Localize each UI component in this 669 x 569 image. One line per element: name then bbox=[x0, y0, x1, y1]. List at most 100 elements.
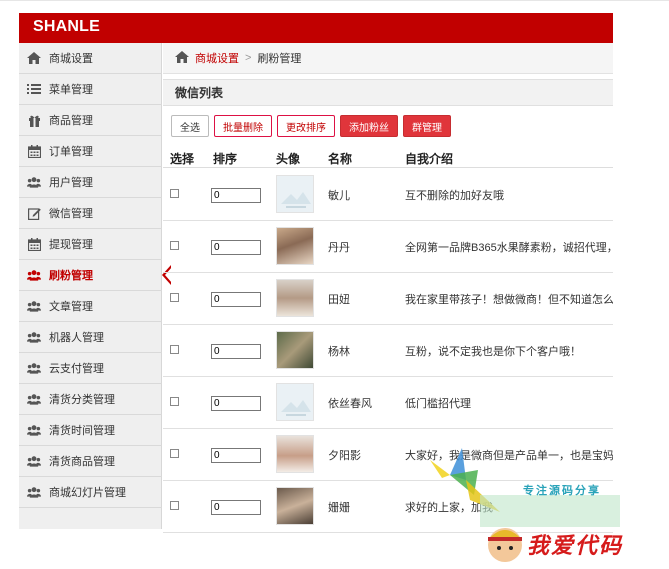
sidebar-item-label: 订单管理 bbox=[49, 146, 93, 158]
users-icon bbox=[27, 299, 41, 313]
users-icon bbox=[27, 268, 41, 282]
breadcrumb-separator: > bbox=[245, 52, 252, 64]
order-input[interactable] bbox=[211, 344, 261, 359]
avatar bbox=[276, 279, 314, 317]
breadcrumb-parent-link[interactable]: 商城设置 bbox=[195, 50, 239, 66]
sidebar-item-label: 清货商品管理 bbox=[49, 456, 115, 468]
sidebar-item[interactable]: 清货商品管理 bbox=[19, 446, 162, 477]
row-name: 夕阳影 bbox=[328, 450, 361, 462]
sidebar-item-label: 菜单管理 bbox=[49, 84, 93, 96]
row-name: 田妞 bbox=[328, 294, 350, 306]
order-input[interactable] bbox=[211, 292, 261, 307]
avatar bbox=[276, 175, 314, 213]
sidebar-item-label: 刷粉管理 bbox=[49, 270, 93, 282]
row-name: 姗姗 bbox=[328, 502, 350, 514]
row-select-checkbox[interactable] bbox=[170, 241, 179, 250]
sidebar-item[interactable]: 云支付管理 bbox=[19, 353, 162, 384]
list-icon bbox=[27, 82, 41, 96]
sidebar-item-label: 云支付管理 bbox=[49, 363, 104, 375]
sidebar-item[interactable]: 商品管理 bbox=[19, 105, 162, 136]
brand-logo[interactable]: SHANLE bbox=[33, 18, 100, 36]
row-select-checkbox[interactable] bbox=[170, 345, 179, 354]
sidebar-item[interactable]: 商城设置 bbox=[19, 43, 162, 74]
users-icon bbox=[27, 361, 41, 375]
row-name: 依丝春风 bbox=[328, 398, 372, 410]
row-intro: 全网第一品牌B365水果酵素粉，诚招代理， bbox=[405, 242, 613, 254]
sidebar-item[interactable]: 机器人管理 bbox=[19, 322, 162, 353]
table-row: 姗姗 求好的上家，加我 bbox=[163, 481, 613, 533]
users-icon bbox=[27, 423, 41, 437]
table-row: 依丝春风 低门槛招代理 bbox=[163, 377, 613, 429]
avatar bbox=[276, 487, 314, 525]
column-header-select: 选择 bbox=[170, 152, 195, 166]
row-select-checkbox[interactable] bbox=[170, 397, 179, 406]
row-intro: 互不删除的加好友哦 bbox=[405, 190, 504, 202]
calendar-icon bbox=[27, 237, 41, 251]
sidebar-item[interactable]: 菜单管理 bbox=[19, 74, 162, 105]
sidebar-item-label: 清货时间管理 bbox=[49, 425, 115, 437]
row-select-checkbox[interactable] bbox=[170, 501, 179, 510]
sidebar-item[interactable]: 清货时间管理 bbox=[19, 415, 162, 446]
row-name: 丹丹 bbox=[328, 242, 350, 254]
sidebar-item[interactable]: 订单管理 bbox=[19, 136, 162, 167]
users-icon bbox=[27, 454, 41, 468]
order-input[interactable] bbox=[211, 188, 261, 203]
avatar bbox=[276, 331, 314, 369]
select-all-button[interactable]: 全选 bbox=[171, 115, 209, 137]
sidebar-item-label: 微信管理 bbox=[49, 208, 93, 220]
sidebar-item-label: 商城幻灯片管理 bbox=[49, 487, 126, 499]
column-header-name: 名称 bbox=[328, 152, 353, 166]
sidebar-item[interactable]: 文章管理 bbox=[19, 291, 162, 322]
table-row: 杨林 互粉，说不定我也是你下个客户哦！ bbox=[163, 325, 613, 377]
row-select-checkbox[interactable] bbox=[170, 293, 179, 302]
group-manage-button[interactable]: 群管理 bbox=[403, 115, 451, 137]
home-icon[interactable] bbox=[175, 50, 189, 66]
toolbar: 全选 批量删除 更改排序 添加粉丝 群管理 bbox=[171, 115, 451, 137]
avatar bbox=[276, 435, 314, 473]
breadcrumb-current: 刷粉管理 bbox=[257, 53, 302, 65]
batch-delete-button[interactable]: 批量删除 bbox=[214, 115, 272, 137]
sidebar-item[interactable]: 商城幻灯片管理 bbox=[19, 477, 162, 508]
row-intro: 大家好，我是微商但是产品单一，也是宝妈 bbox=[405, 450, 613, 462]
table-row: 田妞 我在家里带孩子！想做微商！但不知道怎么 bbox=[163, 273, 613, 325]
column-header-order: 排序 bbox=[213, 152, 238, 166]
sidebar-item-label: 机器人管理 bbox=[49, 332, 104, 344]
add-fans-button[interactable]: 添加粉丝 bbox=[340, 115, 398, 137]
sidebar-item-label: 商品管理 bbox=[49, 115, 93, 127]
change-order-button[interactable]: 更改排序 bbox=[277, 115, 335, 137]
sidebar: 商城设置菜单管理商品管理订单管理用户管理微信管理提现管理刷粉管理文章管理机器人管… bbox=[19, 43, 172, 529]
edit-icon bbox=[27, 206, 41, 220]
sidebar-item[interactable]: 提现管理 bbox=[19, 229, 162, 260]
sidebar-item-label: 文章管理 bbox=[49, 301, 93, 313]
order-input[interactable] bbox=[211, 240, 261, 255]
sidebar-item[interactable]: 用户管理 bbox=[19, 167, 162, 198]
column-header-avatar: 头像 bbox=[276, 152, 301, 166]
table-header: 选择 排序 头像 名称 自我介绍 bbox=[163, 148, 613, 168]
table-row: 丹丹 全网第一品牌B365水果酵素粉，诚招代理， bbox=[163, 221, 613, 273]
table-row: 夕阳影 大家好，我是微商但是产品单一，也是宝妈 bbox=[163, 429, 613, 481]
row-name: 杨林 bbox=[328, 346, 350, 358]
avatar bbox=[276, 383, 314, 421]
row-name: 敏儿 bbox=[328, 190, 350, 202]
order-input[interactable] bbox=[211, 396, 261, 411]
calendar-icon bbox=[27, 144, 41, 158]
users-icon bbox=[27, 175, 41, 189]
sidebar-item-label: 用户管理 bbox=[49, 177, 93, 189]
sidebar-item[interactable]: 清货分类管理 bbox=[19, 384, 162, 415]
sidebar-item[interactable]: 刷粉管理 bbox=[19, 260, 172, 291]
row-intro: 低门槛招代理 bbox=[405, 398, 471, 410]
sidebar-item-label: 提现管理 bbox=[49, 239, 93, 251]
users-icon bbox=[27, 330, 41, 344]
order-input[interactable] bbox=[211, 448, 261, 463]
row-select-checkbox[interactable] bbox=[170, 189, 179, 198]
column-header-intro: 自我介绍 bbox=[405, 152, 454, 166]
sidebar-item[interactable]: 微信管理 bbox=[19, 198, 162, 229]
sidebar-item-label: 商城设置 bbox=[49, 53, 93, 65]
panel-header: 微信列表 bbox=[163, 79, 613, 106]
row-intro: 互粉，说不定我也是你下个客户哦！ bbox=[405, 346, 581, 358]
home-icon bbox=[27, 51, 41, 65]
users-icon bbox=[27, 485, 41, 499]
row-select-checkbox[interactable] bbox=[170, 449, 179, 458]
main-content: 商城设置 > 刷粉管理 微信列表 全选 批量删除 更改排序 添加粉丝 群管理 选… bbox=[163, 43, 613, 533]
order-input[interactable] bbox=[211, 500, 261, 515]
